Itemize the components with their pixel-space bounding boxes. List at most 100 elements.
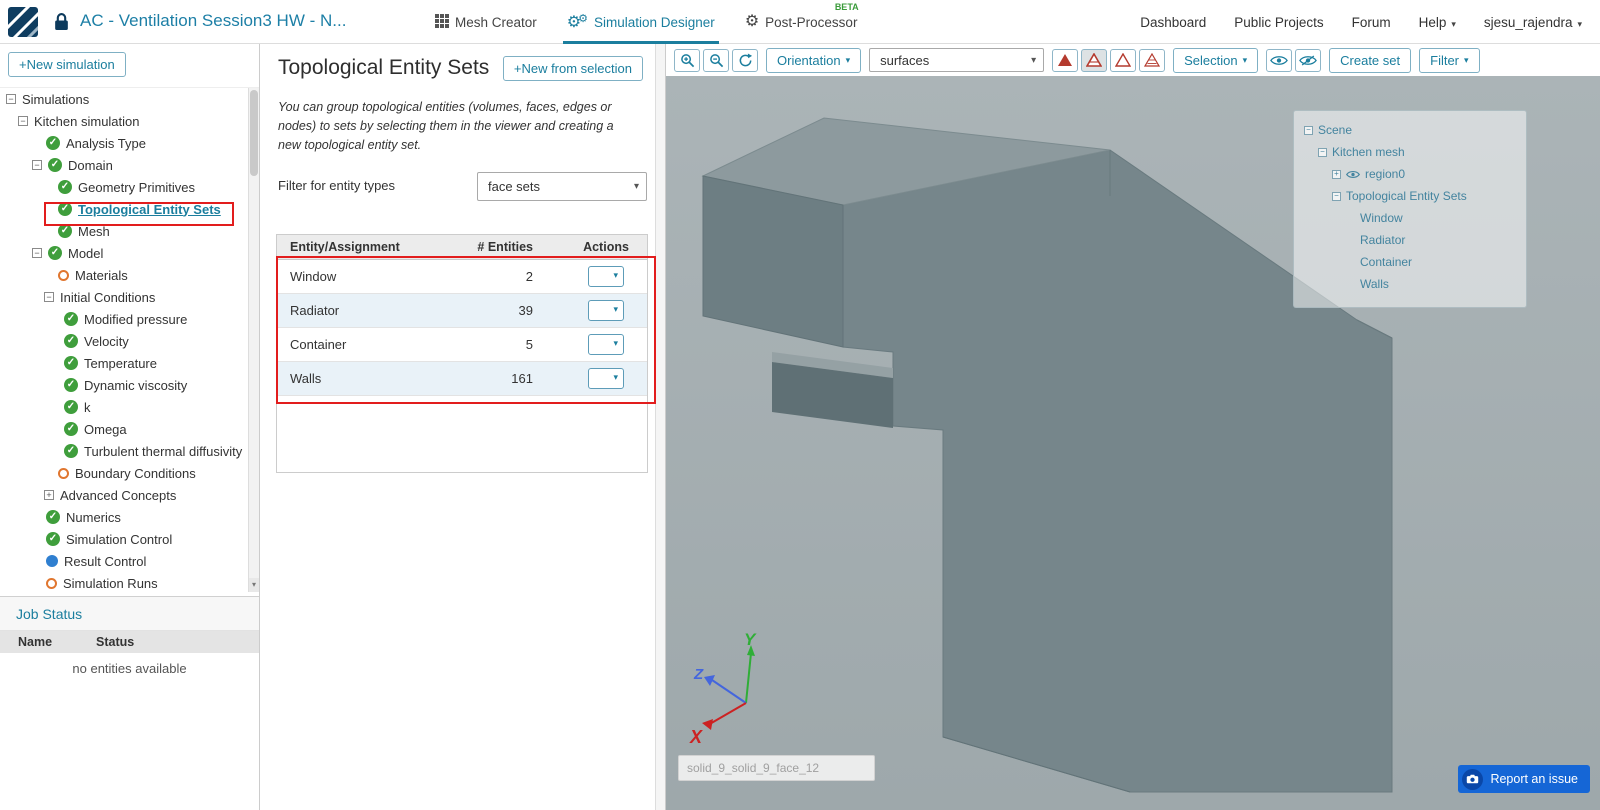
- scene-tree-item-walls[interactable]: Walls: [1294, 273, 1526, 295]
- check-icon: [64, 444, 78, 458]
- new-from-selection-button[interactable]: +New from selection: [502, 56, 643, 81]
- simscale-logo-icon[interactable]: [4, 3, 45, 44]
- tab-post-processor[interactable]: ⚙ Post-Processor BETA: [745, 0, 859, 44]
- actions-dropdown[interactable]: [588, 300, 624, 321]
- entity-set-name: Radiator: [290, 303, 340, 318]
- tree-item-analysis-type[interactable]: Analysis Type: [0, 132, 259, 154]
- show-all-eye-button[interactable]: [1266, 48, 1293, 72]
- job-status-title: Job Status: [0, 597, 259, 631]
- entity-count: 2: [525, 269, 533, 284]
- tree-item-geometry-primitives[interactable]: Geometry Primitives: [0, 176, 259, 198]
- link-forum[interactable]: Forum: [1352, 15, 1391, 30]
- collapse-icon[interactable]: [18, 116, 28, 126]
- viewer-3d: Orientation surfaces Selection Create se…: [666, 44, 1600, 810]
- hide-selected-eye-button[interactable]: [1295, 48, 1322, 72]
- selected-face-field[interactable]: solid_9_solid_9_face_12: [678, 755, 875, 781]
- scene-tree-item-region0[interactable]: region0: [1294, 163, 1526, 185]
- scene-tree-item-container[interactable]: Container: [1294, 251, 1526, 273]
- scene-tree-item-topological-entity-sets[interactable]: Topological Entity Sets: [1294, 185, 1526, 207]
- collapse-icon[interactable]: [1332, 191, 1341, 201]
- filter-dropdown[interactable]: Filter: [1419, 47, 1480, 73]
- check-icon: [64, 400, 78, 414]
- tree-item-turbulent-thermal-diffusivity[interactable]: Turbulent thermal diffusivity: [0, 440, 259, 462]
- scene-tree-item-kitchen-mesh[interactable]: Kitchen mesh: [1294, 141, 1526, 163]
- check-icon: [46, 136, 60, 150]
- tree-item-boundary-conditions[interactable]: Boundary Conditions: [0, 462, 259, 484]
- tree-item-mesh[interactable]: Mesh: [0, 220, 259, 242]
- tree-item-numerics[interactable]: Numerics: [0, 506, 259, 528]
- report-issue-button[interactable]: Report an issue: [1458, 765, 1590, 793]
- zoom-in-button[interactable]: [674, 48, 700, 72]
- orientation-dropdown[interactable]: Orientation: [766, 47, 862, 73]
- collapse-icon[interactable]: [32, 248, 42, 258]
- collapse-icon[interactable]: [1304, 125, 1313, 135]
- shaded-faces-toggle[interactable]: [1081, 48, 1108, 72]
- table-row[interactable]: Container 5: [277, 328, 647, 362]
- collapse-icon[interactable]: [1318, 147, 1327, 157]
- actions-dropdown[interactable]: [588, 334, 624, 355]
- project-title[interactable]: AC - Ventilation Session3 HW - N...: [80, 11, 346, 31]
- expand-icon[interactable]: [44, 490, 54, 500]
- collapse-icon[interactable]: [6, 94, 16, 104]
- link-public-projects[interactable]: Public Projects: [1234, 15, 1323, 30]
- collapse-icon[interactable]: [32, 160, 42, 170]
- table-row[interactable]: Radiator 39: [277, 294, 647, 328]
- tree-item-simulations[interactable]: Simulations: [0, 88, 259, 110]
- user-menu[interactable]: sjesu_rajendra: [1484, 15, 1582, 30]
- eye-icon[interactable]: [1346, 170, 1360, 179]
- new-simulation-section: +New simulation: [0, 44, 259, 88]
- job-status-header: Name Status: [0, 631, 259, 653]
- simulation-tree: Simulations Kitchen simulation Analysis …: [0, 88, 259, 592]
- scroll-down-arrow-icon[interactable]: [249, 578, 259, 592]
- wireframe-toggle[interactable]: [1110, 48, 1137, 72]
- panel-description: You can group topological entities (volu…: [278, 100, 614, 152]
- create-set-button[interactable]: Create set: [1329, 47, 1412, 73]
- actions-dropdown[interactable]: [588, 368, 624, 389]
- panel-scrollbar[interactable]: [655, 44, 665, 810]
- tree-item-topological-entity-sets[interactable]: Topological Entity Sets: [0, 198, 259, 220]
- tree-item-velocity[interactable]: Velocity: [0, 330, 259, 352]
- refresh-view-button[interactable]: [732, 48, 758, 72]
- tree-item-omega[interactable]: Omega: [0, 418, 259, 440]
- tree-item-materials[interactable]: Materials: [0, 264, 259, 286]
- tree-item-modified-pressure[interactable]: Modified pressure: [0, 308, 259, 330]
- tab-mesh-creator[interactable]: Mesh Creator: [435, 0, 537, 44]
- tree-item-initial-conditions[interactable]: Initial Conditions: [0, 286, 259, 308]
- scrollbar-thumb[interactable]: [250, 90, 258, 176]
- scene-tree-item-window[interactable]: Window: [1294, 207, 1526, 229]
- tree-item-temperature[interactable]: Temperature: [0, 352, 259, 374]
- tree-scrollbar[interactable]: [248, 88, 259, 592]
- zoom-out-button[interactable]: [703, 48, 729, 72]
- table-row[interactable]: Walls 161: [277, 362, 647, 396]
- table-header: Entity/Assignment # Entities Actions: [277, 235, 647, 260]
- mesh-display-toggle[interactable]: [1139, 48, 1166, 72]
- tree-item-advanced-concepts[interactable]: Advanced Concepts: [0, 484, 259, 506]
- scene-tree-item-radiator[interactable]: Radiator: [1294, 229, 1526, 251]
- tab-simulation-designer[interactable]: ⚙⚙ Simulation Designer: [562, 0, 719, 44]
- tree-item-simulation-runs[interactable]: Simulation Runs: [0, 572, 259, 592]
- expand-icon[interactable]: [1332, 169, 1341, 179]
- axis-y-label: Y: [744, 631, 757, 649]
- viewport-3d[interactable]: Scene Kitchen mesh region0 Topological E…: [666, 76, 1600, 810]
- collapse-icon[interactable]: [44, 292, 54, 302]
- tree-item-dynamic-viscosity[interactable]: Dynamic viscosity: [0, 374, 259, 396]
- help-menu[interactable]: Help: [1419, 15, 1456, 30]
- solid-faces-toggle[interactable]: [1052, 48, 1079, 72]
- link-dashboard[interactable]: Dashboard: [1140, 15, 1206, 30]
- job-status-col-status: Status: [96, 635, 135, 649]
- tree-item-domain[interactable]: Domain: [0, 154, 259, 176]
- actions-dropdown[interactable]: [588, 266, 624, 287]
- tree-item-kitchen-simulation[interactable]: Kitchen simulation: [0, 110, 259, 132]
- selection-dropdown[interactable]: Selection: [1173, 47, 1259, 73]
- table-row[interactable]: Window 2: [277, 260, 647, 294]
- tree-item-result-control[interactable]: Result Control: [0, 550, 259, 572]
- render-mode-select[interactable]: surfaces: [869, 48, 1045, 72]
- simulation-sidebar: +New simulation Simulations Kitchen simu…: [0, 44, 260, 810]
- tree-item-simulation-control[interactable]: Simulation Control: [0, 528, 259, 550]
- tree-item-k[interactable]: k: [0, 396, 259, 418]
- scene-tree-item-scene[interactable]: Scene: [1294, 119, 1526, 141]
- new-simulation-button[interactable]: +New simulation: [8, 52, 126, 77]
- tree-item-model[interactable]: Model: [0, 242, 259, 264]
- camera-icon: [1462, 768, 1484, 790]
- entity-type-select[interactable]: face sets: [477, 172, 647, 201]
